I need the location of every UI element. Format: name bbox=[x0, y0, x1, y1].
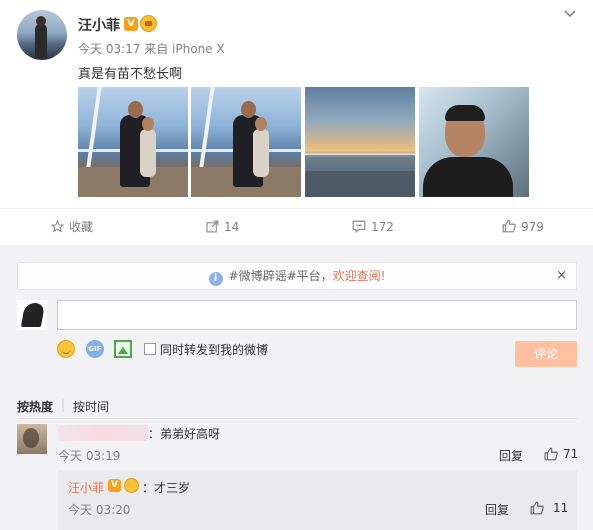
sub-reply-text: ：才三岁 bbox=[142, 481, 191, 495]
divider bbox=[17, 418, 577, 419]
sub-reply-time: 今天 03:20 bbox=[68, 503, 131, 517]
repost-button[interactable]: 14 bbox=[205, 219, 239, 235]
post-image-1[interactable] bbox=[78, 87, 188, 197]
submit-comment-button[interactable]: 评论 bbox=[515, 341, 577, 367]
favorite-button[interactable]: 收藏 bbox=[50, 219, 93, 235]
post-text: 真是有苗不愁长啊 bbox=[78, 67, 183, 82]
thumbs-up-icon[interactable] bbox=[530, 501, 544, 515]
star-icon bbox=[50, 219, 64, 234]
my-avatar[interactable] bbox=[17, 300, 47, 330]
sort-by-time-tab[interactable]: 按时间 bbox=[73, 398, 109, 415]
post-time[interactable]: 今天 03:17 bbox=[78, 42, 140, 56]
image-upload-icon[interactable] bbox=[114, 340, 132, 358]
sub-reply-reply-button[interactable]: 回复 bbox=[485, 501, 509, 518]
chevron-down-icon[interactable] bbox=[564, 8, 576, 20]
thumbs-up-icon[interactable] bbox=[544, 447, 558, 461]
close-icon[interactable]: × bbox=[556, 263, 567, 289]
comment-button[interactable]: 172 bbox=[352, 219, 394, 235]
repost-checkbox-label[interactable]: 同时转发到我的微博 bbox=[160, 341, 268, 358]
vip-crown-icon[interactable] bbox=[124, 478, 139, 493]
comment-reply-button[interactable]: 回复 bbox=[499, 447, 523, 464]
like-count: 979 bbox=[521, 220, 544, 234]
post-image-2[interactable] bbox=[191, 87, 301, 197]
notice-link[interactable]: 欢迎查阅! bbox=[333, 269, 386, 283]
repost-icon bbox=[205, 220, 219, 234]
favorite-label: 收藏 bbox=[69, 220, 94, 234]
rumor-notice-bar: i #微博辟谣#平台，欢迎查阅! × bbox=[17, 262, 577, 290]
gif-icon[interactable]: GIF bbox=[86, 340, 104, 358]
post-image-4[interactable] bbox=[419, 87, 529, 197]
post-source: 来自 iPhone X bbox=[144, 42, 225, 56]
info-icon: i bbox=[208, 272, 223, 286]
commenter-name-blurred[interactable] bbox=[58, 425, 148, 441]
post-meta: 今天 03:17 来自 iPhone X bbox=[78, 40, 225, 57]
like-button[interactable]: 979 bbox=[502, 219, 544, 235]
repost-checkbox[interactable] bbox=[144, 343, 156, 355]
comment-time: 今天 03:19 bbox=[58, 449, 121, 463]
comment-text: ：弟弟好高呀 bbox=[148, 427, 221, 441]
commenter-avatar[interactable] bbox=[17, 424, 47, 454]
sub-reply-like-count: 11 bbox=[553, 501, 569, 515]
author-name[interactable]: 汪小菲 bbox=[78, 15, 120, 35]
emoji-icon[interactable] bbox=[57, 340, 75, 358]
notice-text: #微博辟谣#平台， bbox=[228, 269, 333, 283]
sort-separator: | bbox=[61, 398, 66, 412]
author-avatar[interactable] bbox=[17, 10, 67, 60]
verified-badge-icon[interactable]: V bbox=[108, 479, 121, 492]
comment-like-count: 71 bbox=[563, 447, 579, 461]
comment-input[interactable] bbox=[57, 300, 577, 330]
sub-reply-author[interactable]: 汪小菲 bbox=[68, 479, 104, 496]
thumbs-up-icon bbox=[502, 219, 516, 233]
sort-by-hot-tab[interactable]: 按热度 bbox=[17, 398, 53, 415]
weibo-post: 汪小菲 V 今天 03:17 来自 iPhone X 真是有苗不愁长啊 收藏 1… bbox=[0, 0, 593, 245]
vip-crown-icon[interactable] bbox=[140, 15, 157, 32]
post-image-3[interactable] bbox=[305, 87, 415, 197]
comment-icon bbox=[352, 220, 366, 234]
comment-count: 172 bbox=[371, 220, 394, 234]
verified-badge-icon[interactable]: V bbox=[124, 17, 138, 31]
post-actions-bar: 收藏 14 172 979 bbox=[0, 208, 593, 245]
repost-count: 14 bbox=[224, 220, 240, 234]
